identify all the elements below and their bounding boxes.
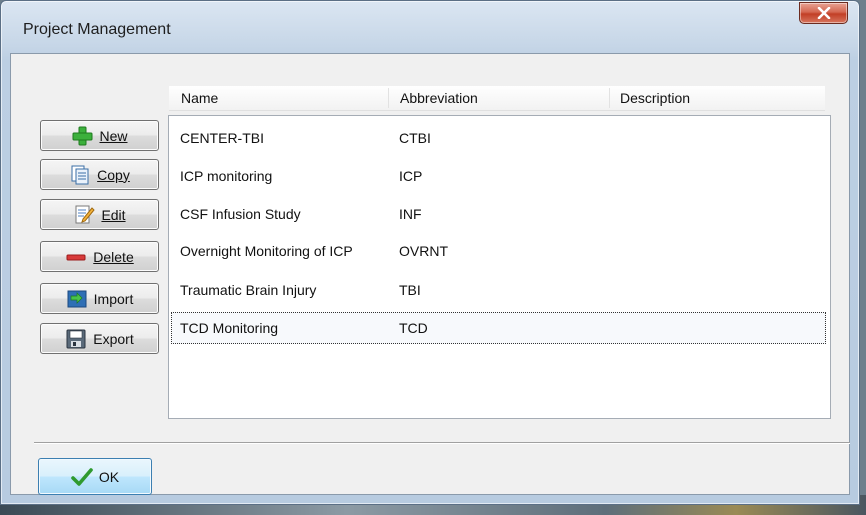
project-name: ICP monitoring (180, 168, 273, 184)
window-title: Project Management (23, 21, 171, 38)
close-icon (817, 7, 830, 19)
project-list[interactable]: CENTER-TBI CTBI ICP monitoring ICP CSF I… (168, 115, 831, 419)
column-divider[interactable] (388, 88, 389, 108)
new-button[interactable]: New (40, 120, 159, 151)
new-button-label: New (99, 127, 128, 144)
column-header-name[interactable]: Name (181, 90, 218, 106)
list-item[interactable]: CENTER-TBI CTBI (171, 122, 826, 154)
list-header: Name Abbreviation Description (169, 86, 825, 111)
checkmark-icon (71, 466, 93, 488)
export-button-label: Export (93, 330, 134, 347)
list-item[interactable]: ICP monitoring ICP (171, 160, 826, 192)
list-item[interactable]: Traumatic Brain Injury TBI (171, 274, 826, 306)
project-name: TCD Monitoring (180, 320, 279, 336)
project-name: Traumatic Brain Injury (180, 282, 317, 298)
delete-button-label: Delete (93, 248, 134, 265)
project-abbreviation: OVRNT (399, 243, 448, 259)
minus-icon (65, 246, 87, 268)
project-abbreviation: CTBI (399, 130, 431, 146)
import-arrows-icon (66, 288, 88, 310)
copy-document-icon (69, 164, 91, 186)
ok-button[interactable]: OK (38, 458, 152, 495)
list-item-selected[interactable]: TCD Monitoring TCD (171, 312, 826, 344)
list-item[interactable]: CSF Infusion Study INF (171, 198, 826, 230)
close-button[interactable] (799, 2, 848, 24)
project-abbreviation: TCD (399, 320, 428, 336)
edit-document-icon (73, 204, 96, 226)
divider (34, 442, 850, 444)
import-button[interactable]: Import (40, 283, 159, 314)
title-bar[interactable]: Project Management (1, 1, 859, 49)
edit-button[interactable]: Edit (40, 199, 159, 230)
project-abbreviation: ICP (399, 168, 423, 184)
project-abbreviation: TBI (399, 282, 421, 298)
project-management-dialog: Project Management New Copy Edit Delete … (0, 0, 860, 505)
project-name: CSF Infusion Study (180, 206, 301, 222)
edit-button-label: Edit (101, 206, 126, 223)
plus-icon (71, 125, 93, 147)
copy-button[interactable]: Copy (40, 159, 159, 190)
column-divider[interactable] (609, 88, 610, 108)
project-name: Overnight Monitoring of ICP (180, 243, 353, 259)
list-item[interactable]: Overnight Monitoring of ICP OVRNT (171, 235, 826, 267)
delete-button[interactable]: Delete (40, 241, 159, 272)
ok-button-label: OK (98, 468, 120, 485)
dialog-body: New Copy Edit Delete Import Export Name … (10, 53, 850, 495)
import-button-label: Import (93, 290, 134, 307)
project-abbreviation: INF (399, 206, 422, 222)
save-disk-icon (65, 328, 87, 350)
project-name: CENTER-TBI (180, 130, 264, 146)
column-header-description[interactable]: Description (620, 90, 690, 106)
export-button[interactable]: Export (40, 323, 159, 354)
copy-button-label: Copy (97, 166, 130, 183)
column-header-abbreviation[interactable]: Abbreviation (400, 90, 478, 106)
